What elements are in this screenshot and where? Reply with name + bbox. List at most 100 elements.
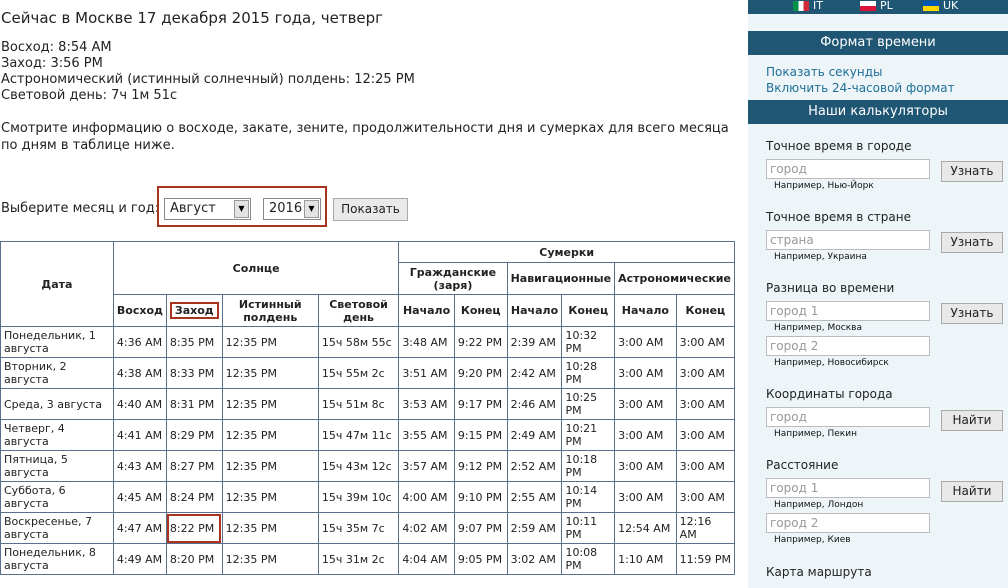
table-row: Воскресенье, 7 августа 4:47 AM 8:22 PM 12:3… bbox=[0, 512, 736, 544]
cell-true-noon: 12:35 PM bbox=[221, 326, 319, 358]
show-button[interactable]: Показать bbox=[333, 198, 408, 221]
cell-astro-end: 12:16 AM bbox=[675, 512, 736, 544]
cell-sunset: 8:29 PM bbox=[165, 419, 223, 451]
cell-day-length: 15ч 31м 2с bbox=[317, 543, 400, 575]
cell-nautical-start: 2:59 AM bbox=[506, 512, 563, 544]
route-map-label: Карта маршрута bbox=[766, 565, 872, 579]
ukraine-flag-icon bbox=[923, 1, 939, 11]
cell-nautical-start: 2:49 AM bbox=[506, 419, 563, 451]
lang-link-pl[interactable]: PL bbox=[860, 0, 893, 12]
chevron-down-icon[interactable]: ▼ bbox=[304, 200, 319, 218]
cell-astro-start: 3:00 AM bbox=[614, 450, 677, 482]
chevron-down-icon[interactable]: ▼ bbox=[234, 200, 249, 218]
cell-date: Вторник, 2 августа bbox=[0, 357, 114, 389]
header-astronomical: Астрономические bbox=[614, 262, 735, 295]
lang-link-it[interactable]: IT bbox=[793, 0, 823, 12]
info-paragraph: Смотрите информацию о восходе, закате, з… bbox=[1, 121, 729, 153]
country-input[interactable]: страна bbox=[766, 230, 930, 250]
cell-true-noon: 12:35 PM bbox=[221, 481, 319, 513]
cell-nautical-end: 10:08 PM bbox=[561, 543, 616, 575]
cell-sunrise: 4:36 AM bbox=[112, 326, 167, 358]
cell-civil-end: 9:07 PM bbox=[453, 512, 508, 544]
cell-sunrise: 4:41 AM bbox=[112, 419, 167, 451]
cell-day-length: 15ч 55м 2с bbox=[317, 357, 400, 389]
table-row: Четверг, 4 августа 4:41 AM 8:29 PM 12:35 PM… bbox=[0, 419, 736, 451]
calculators-header: Наши калькуляторы bbox=[748, 100, 1008, 124]
coords-search-button[interactable]: Найти bbox=[941, 410, 1003, 431]
cell-civil-end: 9:10 PM bbox=[453, 481, 508, 513]
header-date: Дата bbox=[0, 241, 114, 327]
cell-date: Понедельник, 8 августа bbox=[0, 543, 114, 575]
cell-date: Суббота, 6 августа bbox=[0, 481, 114, 513]
cell-civil-end: 9:05 PM bbox=[453, 543, 508, 575]
cell-civil-start: 4:04 AM bbox=[398, 543, 455, 575]
cell-nautical-end: 10:11 PM bbox=[561, 512, 616, 544]
cell-sunset: 8:20 PM bbox=[165, 543, 223, 575]
header-nautical-start: Начало bbox=[506, 294, 563, 327]
distance-city2-example: Например, Киев bbox=[774, 535, 851, 545]
cell-day-length: 15ч 51м 8с bbox=[317, 388, 400, 420]
cell-true-noon: 12:35 PM bbox=[221, 357, 319, 389]
cell-civil-start: 4:00 AM bbox=[398, 481, 455, 513]
header-day-length: Световой день bbox=[317, 294, 400, 327]
cell-civil-start: 3:51 AM bbox=[398, 357, 455, 389]
coords-input[interactable]: город bbox=[766, 407, 930, 427]
table-row: Среда, 3 августа 4:40 AM 8:31 PM 12:35 PM 15… bbox=[0, 388, 736, 420]
country-example: Например, Украина bbox=[774, 252, 867, 262]
show-seconds-link[interactable]: Показать секунды bbox=[766, 65, 883, 79]
cell-day-length: 15ч 39м 10с bbox=[317, 481, 400, 513]
cell-nautical-start: 2:39 AM bbox=[506, 326, 563, 358]
enable-24h-link[interactable]: Включить 24-часовой формат bbox=[766, 81, 955, 95]
distance-city2-input[interactable]: город 2 bbox=[766, 513, 930, 533]
cell-sunrise: 4:43 AM bbox=[112, 450, 167, 482]
table-row: Понедельник, 8 августа 4:49 AM 8:20 PM 12:3… bbox=[0, 543, 736, 575]
cell-astro-end: 3:00 AM bbox=[675, 481, 736, 513]
distance-search-button[interactable]: Найти bbox=[941, 481, 1003, 502]
cell-date: Воскресенье, 7 августа bbox=[0, 512, 114, 544]
cell-nautical-end: 10:18 PM bbox=[561, 450, 616, 482]
header-true-noon: Истинный полдень bbox=[221, 294, 319, 327]
cell-civil-start: 3:48 AM bbox=[398, 326, 455, 358]
diff-city2-example: Например, Новосибирск bbox=[774, 358, 889, 368]
diff-find-button[interactable]: Узнать bbox=[941, 303, 1003, 324]
header-civil: Гражданские (заря) bbox=[398, 262, 508, 295]
country-find-button[interactable]: Узнать bbox=[941, 232, 1003, 253]
header-astro-start: Начало bbox=[614, 294, 677, 327]
month-select[interactable]: Август ▼ bbox=[164, 198, 251, 220]
header-sunset: Заход bbox=[165, 294, 223, 327]
cell-civil-end: 9:12 PM bbox=[453, 450, 508, 482]
main-content: Сейчас в Москве 17 декабря 2015 года, че… bbox=[0, 0, 736, 588]
city-find-button[interactable]: Узнать bbox=[941, 161, 1003, 182]
coords-example: Например, Пекин bbox=[774, 429, 857, 439]
cell-civil-end: 9:17 PM bbox=[453, 388, 508, 420]
italy-flag-icon bbox=[793, 1, 809, 11]
header-sunset-label: Заход bbox=[169, 302, 219, 319]
distance-label: Расстояние bbox=[766, 458, 839, 472]
day-length-text: Световой день: 7ч 1м 51с bbox=[1, 88, 178, 103]
cell-civil-end: 9:22 PM bbox=[453, 326, 508, 358]
month-year-label: Выберите месяц и год: bbox=[1, 201, 160, 216]
header-nautical-end: Конец bbox=[561, 294, 616, 327]
cell-sunset: 8:35 PM bbox=[165, 326, 223, 358]
cell-day-length: 15ч 35м 7с bbox=[317, 512, 400, 544]
cell-date: Понедельник, 1 августа bbox=[0, 326, 114, 358]
lang-link-uk[interactable]: UK bbox=[923, 0, 958, 12]
diff-city1-input[interactable]: город 1 bbox=[766, 301, 930, 321]
sunset-text: Заход: 3:56 PM bbox=[1, 56, 103, 71]
cell-day-length: 15ч 47м 11с bbox=[317, 419, 400, 451]
country-time-label: Точное время в стране bbox=[766, 210, 911, 224]
year-select[interactable]: 2016 ▼ bbox=[263, 198, 321, 220]
cell-true-noon: 12:35 PM bbox=[221, 512, 319, 544]
city-input[interactable]: город bbox=[766, 159, 930, 179]
time-format-header: Формат времени bbox=[748, 31, 1008, 55]
diff-city2-input[interactable]: город 2 bbox=[766, 336, 930, 356]
sun-table: Дата Солнце Сумерки Гражданские (заря) Н… bbox=[0, 241, 736, 575]
distance-city1-input[interactable]: город 1 bbox=[766, 478, 930, 498]
cell-sunset: 8:22 PM bbox=[165, 512, 223, 544]
table-row: Понедельник, 1 августа 4:36 AM 8:35 PM 12:3… bbox=[0, 326, 736, 358]
cell-nautical-start: 2:52 AM bbox=[506, 450, 563, 482]
cell-sunrise: 4:47 AM bbox=[112, 512, 167, 544]
sidebar: IT PL UK Формат времени Показать секунды… bbox=[748, 0, 1008, 588]
cell-civil-start: 3:53 AM bbox=[398, 388, 455, 420]
cell-nautical-end: 10:25 PM bbox=[561, 388, 616, 420]
